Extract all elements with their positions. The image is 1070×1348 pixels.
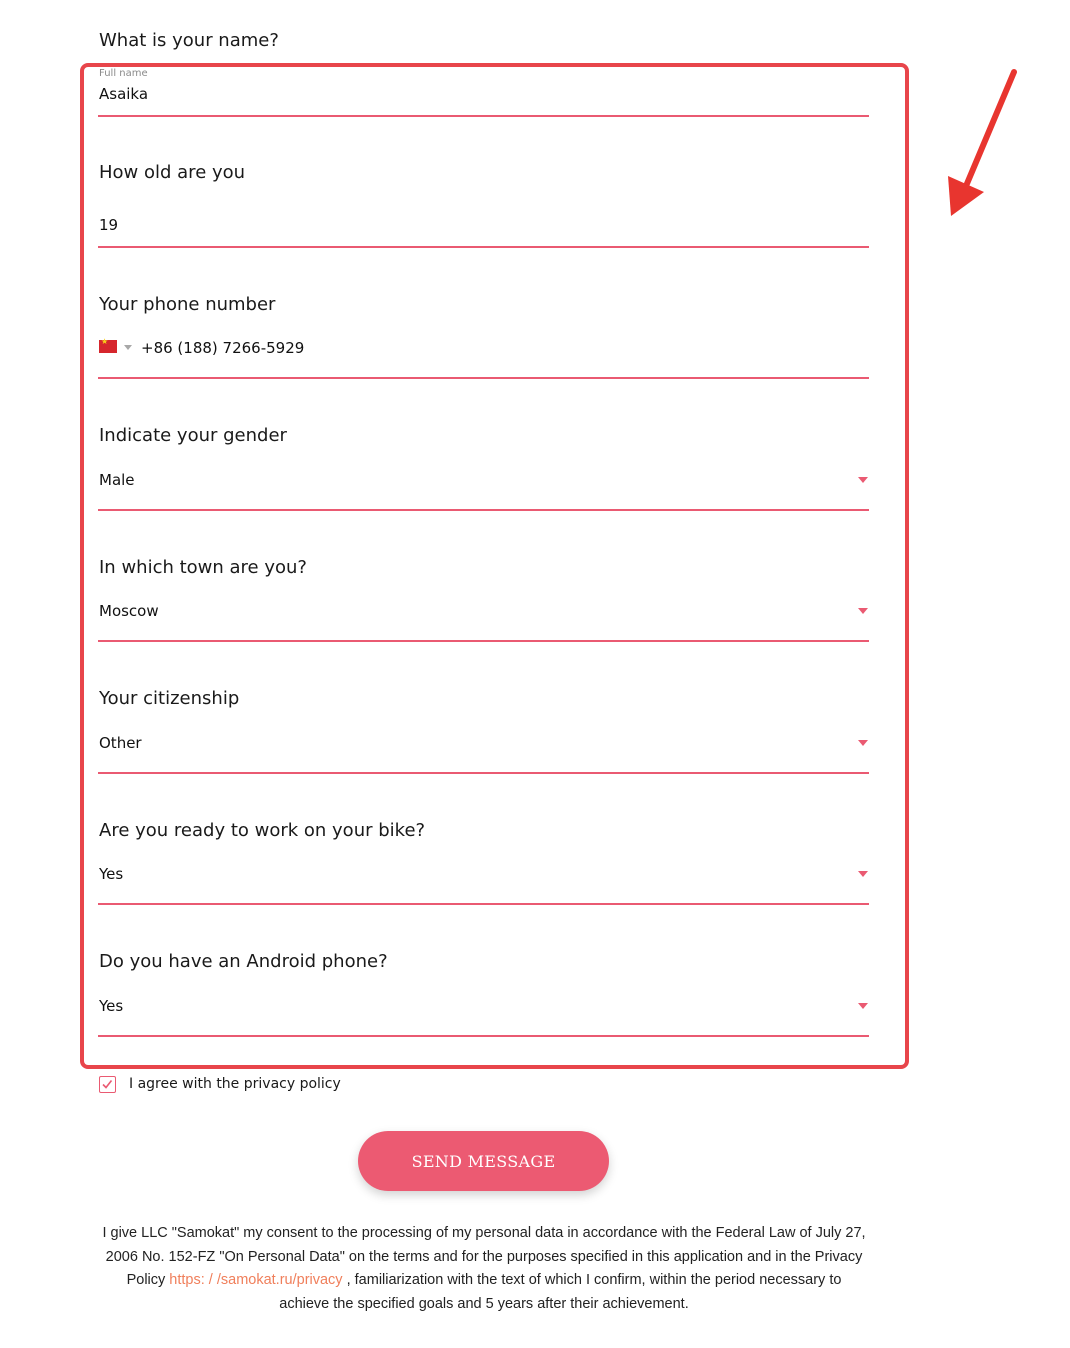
- town-value: Moscow: [99, 602, 159, 620]
- full-name-field[interactable]: Full name Asaika: [98, 68, 869, 117]
- full-name-value: Asaika: [99, 85, 149, 103]
- bike-question-label: Are you ready to work on your bike?: [99, 820, 426, 841]
- red-arrow-icon: [948, 69, 1017, 216]
- phone-value: +86 (188) 7266-5929: [141, 339, 305, 357]
- citizenship-question-label: Your citizenship: [99, 688, 240, 709]
- privacy-checkbox[interactable]: [99, 1076, 116, 1093]
- phone-field[interactable]: ★ +86 (188) 7266-5929: [98, 335, 869, 379]
- android-select[interactable]: Yes: [98, 991, 869, 1037]
- full-name-small-label: Full name: [99, 68, 148, 79]
- gender-question-label: Indicate your gender: [99, 425, 287, 446]
- name-question-label: What is your name?: [99, 30, 279, 51]
- age-question-label: How old are you: [99, 162, 246, 183]
- citizenship-chevron-down-icon: [858, 740, 868, 746]
- android-question-label: Do you have an Android phone?: [99, 951, 388, 972]
- china-flag-icon[interactable]: ★: [99, 337, 117, 353]
- age-value: 19: [99, 216, 119, 234]
- privacy-agree-label: I agree with the privacy policy: [129, 1076, 341, 1092]
- gender-chevron-down-icon: [858, 477, 868, 483]
- citizenship-select[interactable]: Other: [98, 728, 869, 774]
- age-field[interactable]: 19: [98, 210, 869, 248]
- privacy-policy-link[interactable]: https: / /samokat.ru/privacy: [169, 1272, 342, 1288]
- gender-value: Male: [99, 471, 135, 489]
- town-question-label: In which town are you?: [99, 557, 307, 578]
- send-message-button[interactable]: SEND MESSAGE: [358, 1131, 609, 1191]
- town-select[interactable]: Moscow: [98, 596, 869, 642]
- country-dropdown-caret-icon[interactable]: [124, 345, 132, 350]
- consent-text: I give LLC "Samokat" my consent to the p…: [100, 1222, 868, 1316]
- gender-select[interactable]: Male: [98, 465, 869, 511]
- phone-question-label: Your phone number: [99, 294, 276, 315]
- android-value: Yes: [99, 997, 124, 1015]
- citizenship-value: Other: [99, 734, 142, 752]
- android-chevron-down-icon: [858, 1003, 868, 1009]
- bike-value: Yes: [99, 865, 124, 883]
- checkmark-icon: [102, 1080, 113, 1089]
- town-chevron-down-icon: [858, 608, 868, 614]
- consent-text-after: , familiarization with the text of which…: [279, 1272, 842, 1312]
- bike-select[interactable]: Yes: [98, 859, 869, 905]
- bike-chevron-down-icon: [858, 871, 868, 877]
